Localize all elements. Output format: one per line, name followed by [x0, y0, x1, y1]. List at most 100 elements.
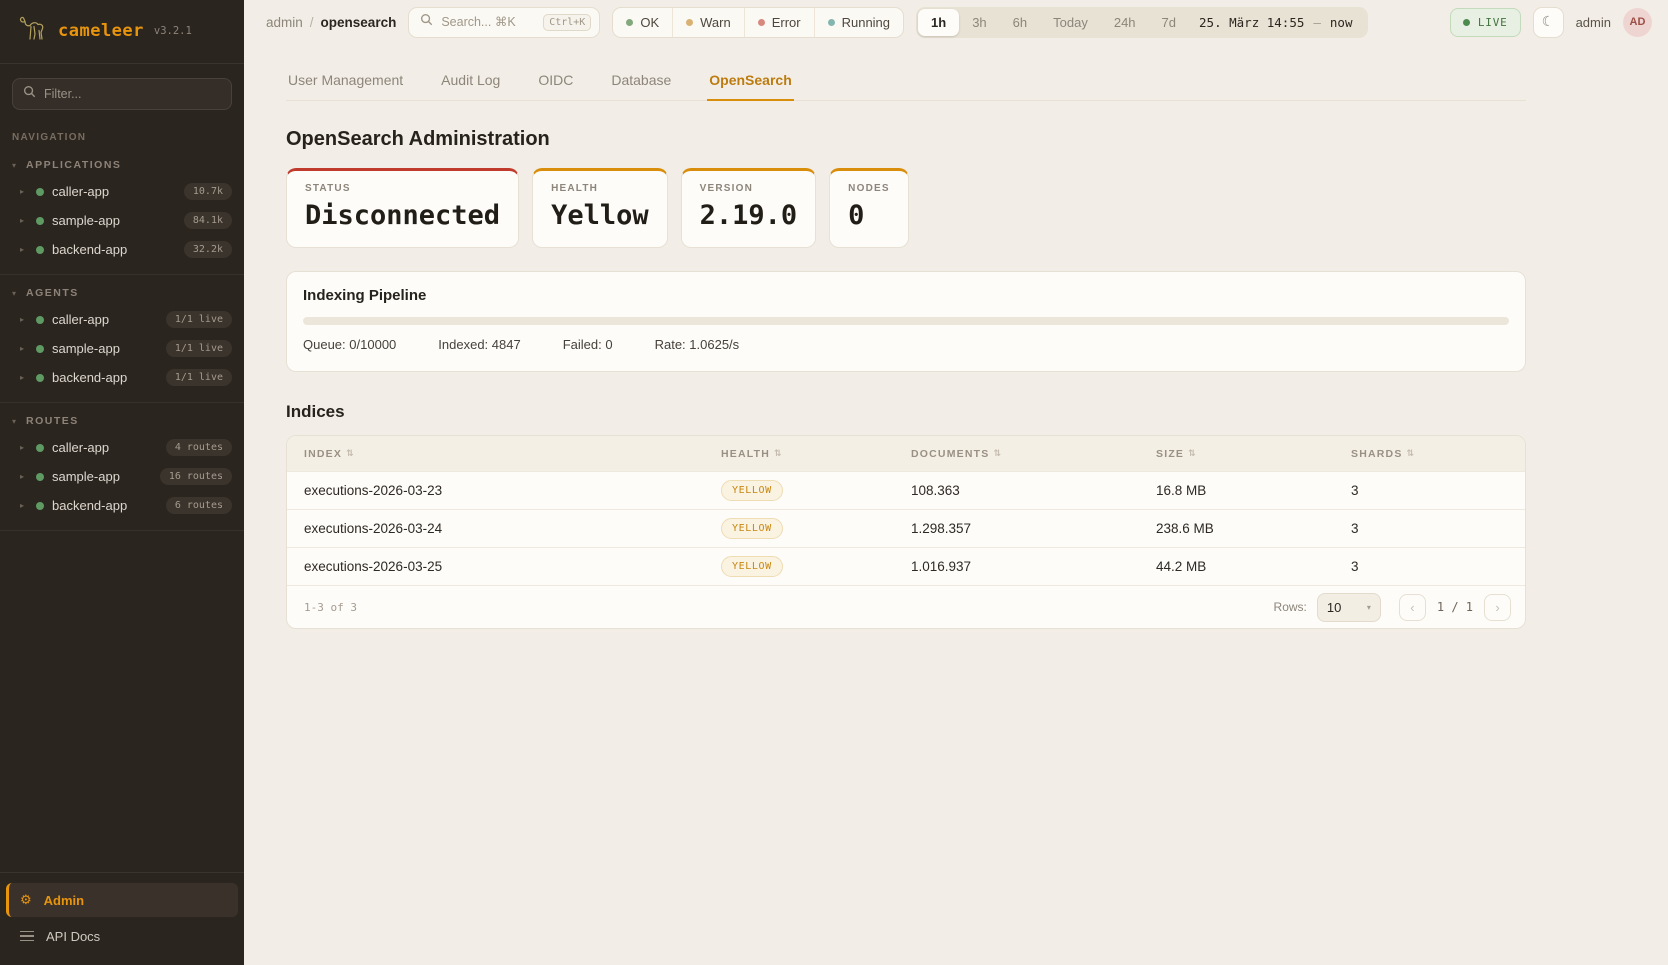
avatar[interactable]: AD — [1623, 8, 1652, 37]
time-range-today[interactable]: Today — [1040, 9, 1101, 36]
cell-size: 238.6 MB — [1156, 521, 1351, 536]
tab-user-management[interactable]: User Management — [286, 64, 405, 101]
user-name: admin — [1576, 15, 1611, 30]
sidebar-item-backend-app-routes[interactable]: ▸ backend-app 6 routes — [0, 491, 244, 520]
item-label: sample-app — [52, 341, 158, 356]
search-input[interactable] — [441, 15, 535, 29]
sidebar-item-backend-app-agent[interactable]: ▸ backend-app 1/1 live — [0, 363, 244, 392]
error-dot-icon — [758, 19, 765, 26]
tab-oidc[interactable]: OIDC — [536, 64, 575, 101]
live-toggle[interactable]: LIVE — [1450, 8, 1521, 37]
time-range-6h[interactable]: 6h — [1000, 9, 1040, 36]
sidebar-item-caller-app-agent[interactable]: ▸ caller-app 1/1 live — [0, 305, 244, 334]
cell-documents: 108.363 — [911, 483, 1156, 498]
sidebar-item-api-docs[interactable]: API Docs — [6, 919, 238, 953]
chip-label: Error — [772, 15, 801, 30]
global-search[interactable]: Ctrl+K — [408, 7, 600, 38]
table-footer: 1-3 of 3 Rows: 10 ▾ ‹ 1 / 1 › — [287, 585, 1525, 628]
tab-audit-log[interactable]: Audit Log — [439, 64, 502, 101]
column-header-size[interactable]: SIZE⇅ — [1156, 448, 1351, 460]
sidebar-item-sample-app-agent[interactable]: ▸ sample-app 1/1 live — [0, 334, 244, 363]
cell-documents: 1.298.357 — [911, 521, 1156, 536]
section-title: ROUTES — [26, 415, 79, 427]
table-row[interactable]: executions-2026-03-24 YELLOW 1.298.357 2… — [287, 509, 1525, 547]
chevron-right-icon: ▸ — [20, 315, 28, 324]
brand-version: v3.2.1 — [154, 25, 192, 37]
filter-input[interactable] — [44, 87, 221, 101]
sidebar-filter[interactable] — [12, 78, 232, 110]
cell-shards: 3 — [1351, 483, 1525, 498]
indexing-pipeline-card: Indexing Pipeline Queue: 0/10000 Indexed… — [286, 271, 1526, 372]
stat-card-status: STATUS Disconnected — [286, 168, 519, 248]
cell-size: 44.2 MB — [1156, 559, 1351, 574]
table-row[interactable]: executions-2026-03-23 YELLOW 108.363 16.… — [287, 471, 1525, 509]
sidebar-item-caller-app-routes[interactable]: ▸ caller-app 4 routes — [0, 433, 244, 462]
column-header-shards[interactable]: SHARDS⇅ — [1351, 448, 1525, 460]
search-icon — [23, 85, 36, 103]
chevron-right-icon: ▸ — [20, 501, 28, 510]
status-filter-ok[interactable]: OK — [613, 8, 672, 37]
pipeline-stat-rate: Rate: 1.0625/s — [655, 337, 740, 352]
table-row[interactable]: executions-2026-03-25 YELLOW 1.016.937 4… — [287, 547, 1525, 585]
sidebar-item-sample-app-routes[interactable]: ▸ sample-app 16 routes — [0, 462, 244, 491]
cell-health: YELLOW — [721, 480, 911, 501]
section-header-routes[interactable]: ▾ ROUTES — [0, 409, 244, 433]
section-title: AGENTS — [26, 287, 79, 299]
menu-lines-icon — [20, 931, 34, 942]
stat-label: VERSION — [700, 183, 798, 194]
tab-opensearch[interactable]: OpenSearch — [707, 64, 793, 101]
tab-database[interactable]: Database — [609, 64, 673, 101]
pipeline-title: Indexing Pipeline — [303, 287, 1509, 304]
column-header-index[interactable]: INDEX⇅ — [287, 448, 721, 460]
stat-value: Disconnected — [305, 200, 500, 231]
time-range-24h[interactable]: 24h — [1101, 9, 1149, 36]
chip-label: Running — [842, 15, 890, 30]
sidebar-footer: ⚙ Admin API Docs — [0, 872, 244, 965]
live-badge: 1/1 live — [166, 311, 232, 328]
chevron-down-icon: ▾ — [12, 417, 16, 426]
status-filter-error[interactable]: Error — [744, 8, 814, 37]
breadcrumb-admin[interactable]: admin — [266, 15, 303, 30]
column-header-health[interactable]: HEALTH⇅ — [721, 448, 911, 460]
rows-per-page-select[interactable]: 10 ▾ — [1317, 593, 1381, 622]
cell-documents: 1.016.937 — [911, 559, 1156, 574]
section-header-agents[interactable]: ▾ AGENTS — [0, 281, 244, 305]
sidebar-item-admin[interactable]: ⚙ Admin — [6, 883, 238, 917]
item-label: sample-app — [52, 213, 176, 228]
live-label: LIVE — [1478, 16, 1508, 29]
time-range-7d[interactable]: 7d — [1149, 9, 1189, 36]
sidebar-item-caller-app[interactable]: ▸ caller-app 10.7k — [0, 177, 244, 206]
admin-tabs: User Management Audit Log OIDC Database … — [286, 64, 1526, 101]
indices-title: Indices — [286, 402, 1526, 422]
stat-label: STATUS — [305, 183, 500, 194]
pipeline-stat-queue: Queue: 0/10000 — [303, 337, 396, 352]
status-dot-icon — [36, 502, 44, 510]
next-page-button[interactable]: › — [1484, 594, 1511, 621]
section-header-applications[interactable]: ▾ APPLICATIONS — [0, 153, 244, 177]
ok-dot-icon — [626, 19, 633, 26]
item-label: backend-app — [52, 370, 158, 385]
live-badge: 1/1 live — [166, 340, 232, 357]
time-range-1h[interactable]: 1h — [918, 9, 959, 36]
health-badge: YELLOW — [721, 556, 783, 577]
chevron-right-icon: ▸ — [20, 443, 28, 452]
section-title: APPLICATIONS — [26, 159, 121, 171]
time-range-display[interactable]: 25. März 14:55 — now — [1189, 15, 1366, 30]
sidebar-item-sample-app[interactable]: ▸ sample-app 84.1k — [0, 206, 244, 235]
sidebar-item-backend-app[interactable]: ▸ backend-app 32.2k — [0, 235, 244, 264]
theme-toggle-button[interactable]: ☾ — [1533, 7, 1564, 38]
chevron-left-icon: ‹ — [1410, 600, 1414, 615]
pipeline-progress-bar — [303, 317, 1509, 325]
indices-table: INDEX⇅ HEALTH⇅ DOCUMENTS⇅ SIZE⇅ SHARDS⇅ … — [286, 435, 1526, 629]
stat-card-version: VERSION 2.19.0 — [681, 168, 817, 248]
cell-index: executions-2026-03-25 — [287, 559, 721, 574]
time-range-3h[interactable]: 3h — [959, 9, 999, 36]
section-agents: ▾ AGENTS ▸ caller-app 1/1 live ▸ sample-… — [0, 275, 244, 403]
column-header-documents[interactable]: DOCUMENTS⇅ — [911, 448, 1156, 460]
stat-label: NODES — [848, 183, 890, 194]
routes-badge: 4 routes — [166, 439, 232, 456]
chevron-right-icon: ▸ — [20, 344, 28, 353]
status-filter-running[interactable]: Running — [814, 8, 903, 37]
status-filter-warn[interactable]: Warn — [672, 8, 744, 37]
prev-page-button[interactable]: ‹ — [1399, 594, 1426, 621]
